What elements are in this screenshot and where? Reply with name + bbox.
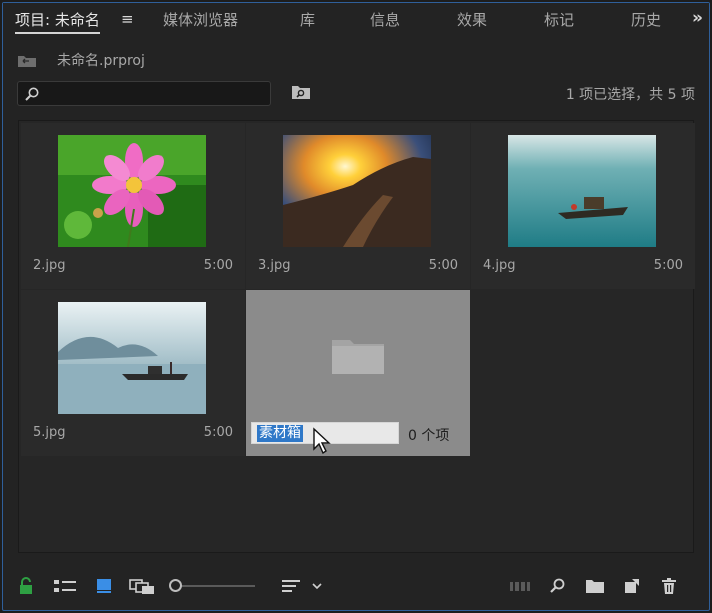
- selection-status: 1 项已选择，共 5 项: [565, 87, 695, 103]
- tab-overflow-icon[interactable]: »: [692, 8, 703, 28]
- media-item[interactable]: 3.jpg 5:00: [246, 123, 470, 289]
- icon-view-icon[interactable]: [95, 577, 113, 595]
- bin-name-selection: 素材箱: [257, 425, 303, 442]
- items-grid[interactable]: 2.jpg 5:00 3.jpg 5:00 4.jpg 5:00 5.jpg 5…: [18, 120, 695, 553]
- list-view-icon[interactable]: [53, 577, 77, 595]
- lock-icon[interactable]: [19, 577, 33, 595]
- tab-media-browser[interactable]: 媒体浏览器: [163, 10, 238, 34]
- tab-markers[interactable]: 标记: [544, 10, 574, 34]
- new-item-icon[interactable]: [623, 577, 641, 595]
- mouse-cursor-icon: [313, 427, 331, 455]
- search-icon: [25, 87, 39, 101]
- media-item[interactable]: 2.jpg 5:00: [21, 123, 245, 289]
- tab-history[interactable]: 历史: [631, 10, 665, 34]
- item-name: 2.jpg: [33, 258, 66, 273]
- item-name: 5.jpg: [33, 425, 66, 440]
- search-field[interactable]: [17, 81, 271, 106]
- sort-icon[interactable]: [281, 577, 301, 595]
- bottom-toolbar: [3, 569, 709, 603]
- bin-item-selected[interactable]: 素材箱 0 个项: [246, 290, 470, 456]
- freeform-view-icon[interactable]: [129, 577, 155, 595]
- tab-info[interactable]: 信息: [370, 10, 400, 34]
- zoom-slider-knob[interactable]: [169, 579, 182, 592]
- find-button-icon[interactable]: [549, 577, 567, 595]
- trash-icon[interactable]: [661, 577, 677, 595]
- search-input[interactable]: [46, 84, 266, 103]
- thumbnail-misty-lake: [58, 302, 206, 414]
- automate-icon: [510, 582, 530, 591]
- item-name: 4.jpg: [483, 258, 516, 273]
- thumbnail-sunset: [283, 135, 431, 247]
- chevron-down-icon[interactable]: [311, 577, 323, 595]
- item-name: 3.jpg: [258, 258, 291, 273]
- folder-icon: [332, 340, 384, 374]
- panel-menu-icon[interactable]: ≡: [121, 10, 134, 28]
- thumbnail-flower: [58, 135, 206, 247]
- tab-project[interactable]: 项目: 未命名: [15, 10, 100, 34]
- media-item[interactable]: 5.jpg 5:00: [21, 290, 245, 456]
- item-duration: 5:00: [653, 258, 683, 273]
- item-duration: 5:00: [203, 425, 233, 440]
- find-icon[interactable]: [291, 84, 311, 100]
- item-duration: 5:00: [203, 258, 233, 273]
- thumbnail-lake-boat: [508, 135, 656, 247]
- tab-effects[interactable]: 效果: [457, 10, 487, 34]
- tab-libraries[interactable]: 库: [300, 10, 315, 34]
- new-bin-icon[interactable]: [585, 577, 605, 595]
- zoom-slider-track[interactable]: [179, 585, 255, 587]
- project-panel: 项目: 未命名 ≡ 媒体浏览器 库 信息 效果 标记 历史 » 未命名.prpr…: [2, 2, 710, 611]
- project-file-name: 未命名.prproj: [57, 53, 145, 69]
- media-item[interactable]: 4.jpg 5:00: [471, 123, 695, 289]
- bin-item-count: 0 个项: [408, 428, 450, 444]
- bin-icon: [18, 56, 36, 67]
- item-duration: 5:00: [428, 258, 458, 273]
- panel-tab-bar: 项目: 未命名 ≡ 媒体浏览器 库 信息 效果 标记 历史 »: [3, 3, 709, 37]
